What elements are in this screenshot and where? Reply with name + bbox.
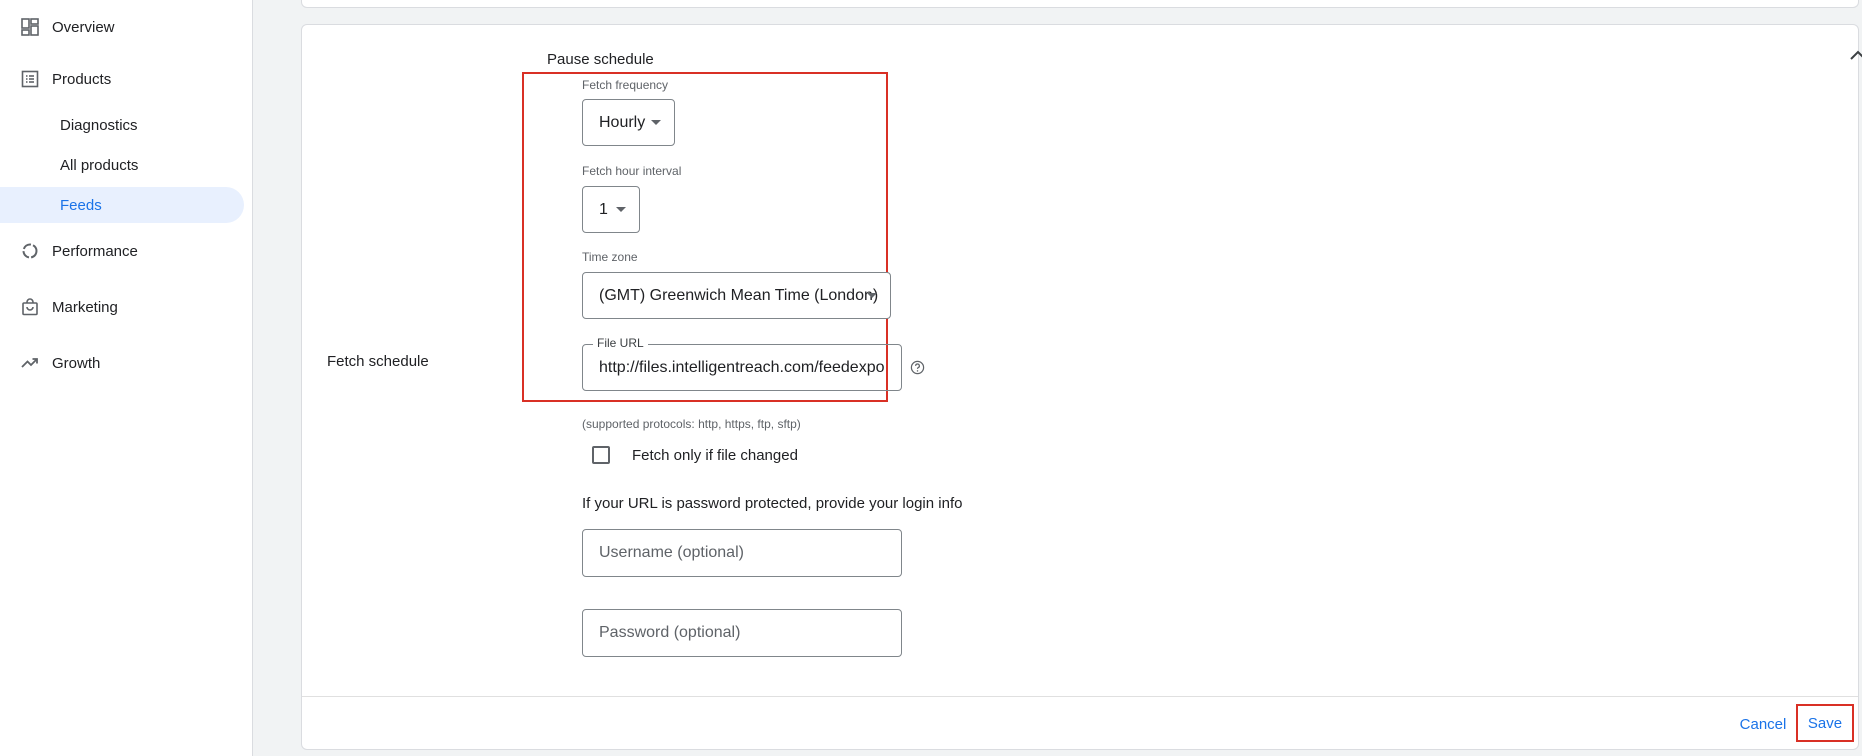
sidebar-item-marketing[interactable]: Marketing xyxy=(0,289,244,325)
protocols-hint: (supported protocols: http, https, ftp, … xyxy=(582,417,801,431)
cancel-button[interactable]: Cancel xyxy=(1731,705,1795,743)
save-button[interactable]: Save xyxy=(1796,704,1854,742)
collapse-button[interactable] xyxy=(1842,41,1862,73)
sidebar-item-label: Marketing xyxy=(52,298,118,316)
password-input[interactable] xyxy=(583,610,901,656)
donut-chart-icon xyxy=(20,241,40,261)
sidebar-item-diagnostics[interactable]: Diagnostics xyxy=(0,107,244,143)
fetch-frequency-select[interactable]: Hourly xyxy=(582,99,675,146)
sidebar-item-feeds[interactable]: Feeds xyxy=(0,187,244,223)
sidebar-item-all-products[interactable]: All products xyxy=(0,147,244,183)
username-input[interactable] xyxy=(583,530,901,576)
fetch-changed-option[interactable]: Fetch only if file changed xyxy=(592,443,798,467)
fetch-hour-interval-select[interactable]: 1 xyxy=(582,186,640,233)
login-info-text: If your URL is password protected, provi… xyxy=(582,495,963,512)
sidebar-item-label: Growth xyxy=(52,354,101,372)
sidebar: Overview Products Diagnostics All produc… xyxy=(0,0,253,756)
sidebar-item-label: Performance xyxy=(52,242,138,260)
fetch-hour-interval-value: 1 xyxy=(599,200,608,218)
dropdown-arrow-icon xyxy=(867,293,877,298)
sidebar-item-overview[interactable]: Overview xyxy=(0,9,244,45)
shopping-bag-icon xyxy=(20,297,40,317)
fetch-hour-interval-label: Fetch hour interval xyxy=(582,164,682,178)
time-zone-value: (GMT) Greenwich Mean Time (London) xyxy=(599,286,879,304)
sidebar-item-label: Feeds xyxy=(60,196,102,214)
fetch-changed-checkbox[interactable] xyxy=(592,446,610,464)
sidebar-item-label: Overview xyxy=(52,18,115,36)
time-zone-select[interactable]: (GMT) Greenwich Mean Time (London) xyxy=(582,272,891,319)
file-url-input[interactable] xyxy=(583,345,901,390)
fetch-frequency-value: Hourly xyxy=(599,113,646,131)
time-zone-label: Time zone xyxy=(582,250,638,264)
dashboard-icon xyxy=(20,17,40,37)
help-icon[interactable] xyxy=(908,358,926,376)
dropdown-arrow-icon xyxy=(651,120,661,125)
fetch-changed-label: Fetch only if file changed xyxy=(632,446,798,464)
sidebar-item-label: Diagnostics xyxy=(60,116,138,134)
fetch-schedule-card: Fetch schedule Pause schedule Fetch freq… xyxy=(301,24,1862,750)
chevron-up-icon xyxy=(1849,48,1862,66)
sidebar-item-label: All products xyxy=(60,156,139,174)
previous-card xyxy=(301,0,1859,8)
pause-schedule-label: Pause schedule xyxy=(547,51,654,68)
main-content: Fetch schedule Pause schedule Fetch freq… xyxy=(253,0,1862,756)
list-icon xyxy=(20,69,40,89)
sidebar-item-label: Products xyxy=(52,70,112,88)
trending-up-icon xyxy=(20,353,40,373)
username-field xyxy=(582,529,902,577)
dropdown-arrow-icon xyxy=(616,207,626,212)
sidebar-item-growth[interactable]: Growth xyxy=(0,345,244,381)
sidebar-item-performance[interactable]: Performance xyxy=(0,233,244,269)
section-label: Fetch schedule xyxy=(327,353,429,370)
card-footer: Cancel Save xyxy=(302,696,1858,750)
fetch-frequency-label: Fetch frequency xyxy=(582,78,669,92)
sidebar-item-products[interactable]: Products xyxy=(0,61,244,97)
password-field xyxy=(582,609,902,657)
file-url-field: File URL xyxy=(582,336,902,391)
